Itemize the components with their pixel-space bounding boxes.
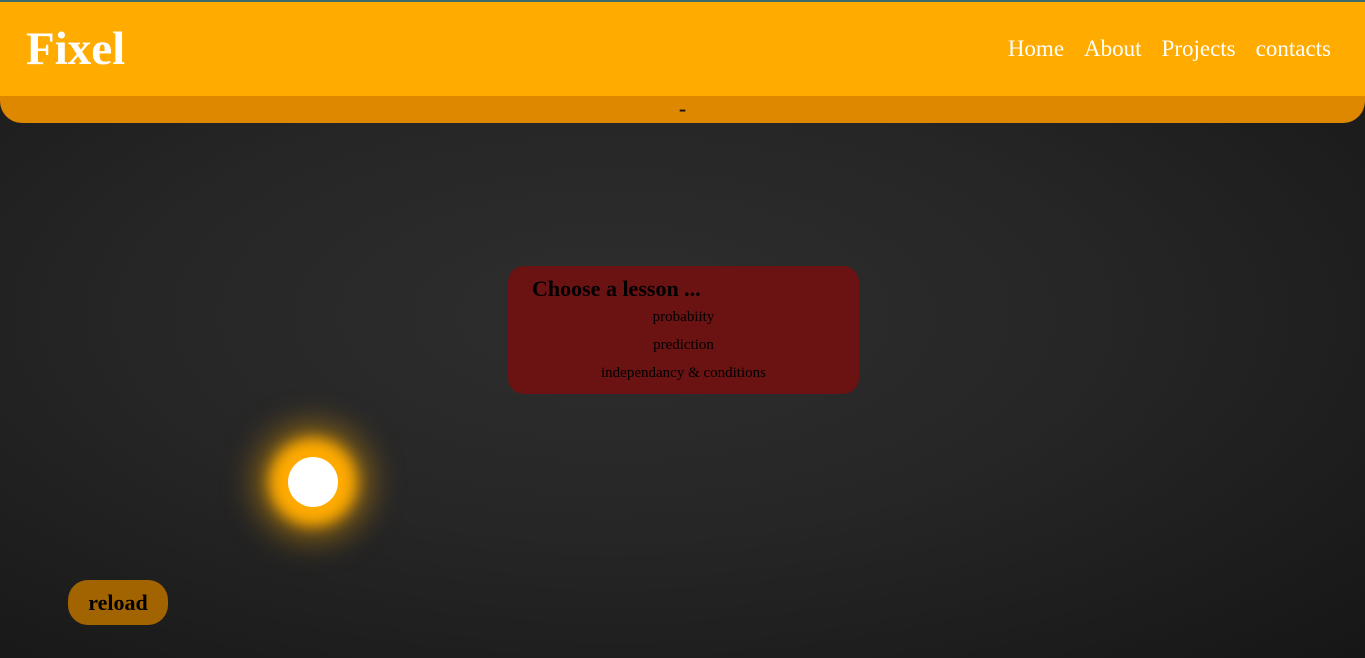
header-bar: Fixel Home About Projects contacts <box>0 2 1365 96</box>
lesson-item-prediction[interactable]: prediction <box>508 334 859 362</box>
nav-link-contacts[interactable]: contacts <box>1256 34 1331 64</box>
lesson-item-independancy-conditions[interactable]: independancy & conditions <box>508 362 859 390</box>
nav-link-about[interactable]: About <box>1084 34 1142 64</box>
nav-link-home[interactable]: Home <box>1008 34 1064 64</box>
reload-button[interactable]: reload <box>68 580 168 625</box>
glowing-orb <box>288 457 338 507</box>
site-logo[interactable]: Fixel <box>26 24 125 74</box>
main-nav: Home About Projects contacts <box>1008 34 1331 64</box>
lesson-list: probabiity prediction independancy & con… <box>508 306 859 390</box>
nav-link-projects[interactable]: Projects <box>1162 34 1236 64</box>
lesson-menu: Choose a lesson ... probabiity predictio… <box>508 266 859 394</box>
lesson-menu-title: Choose a lesson ... <box>532 276 701 301</box>
subbar-text: - <box>678 96 687 121</box>
header-subbar: - <box>0 96 1365 123</box>
lesson-item-probability[interactable]: probabiity <box>508 306 859 334</box>
